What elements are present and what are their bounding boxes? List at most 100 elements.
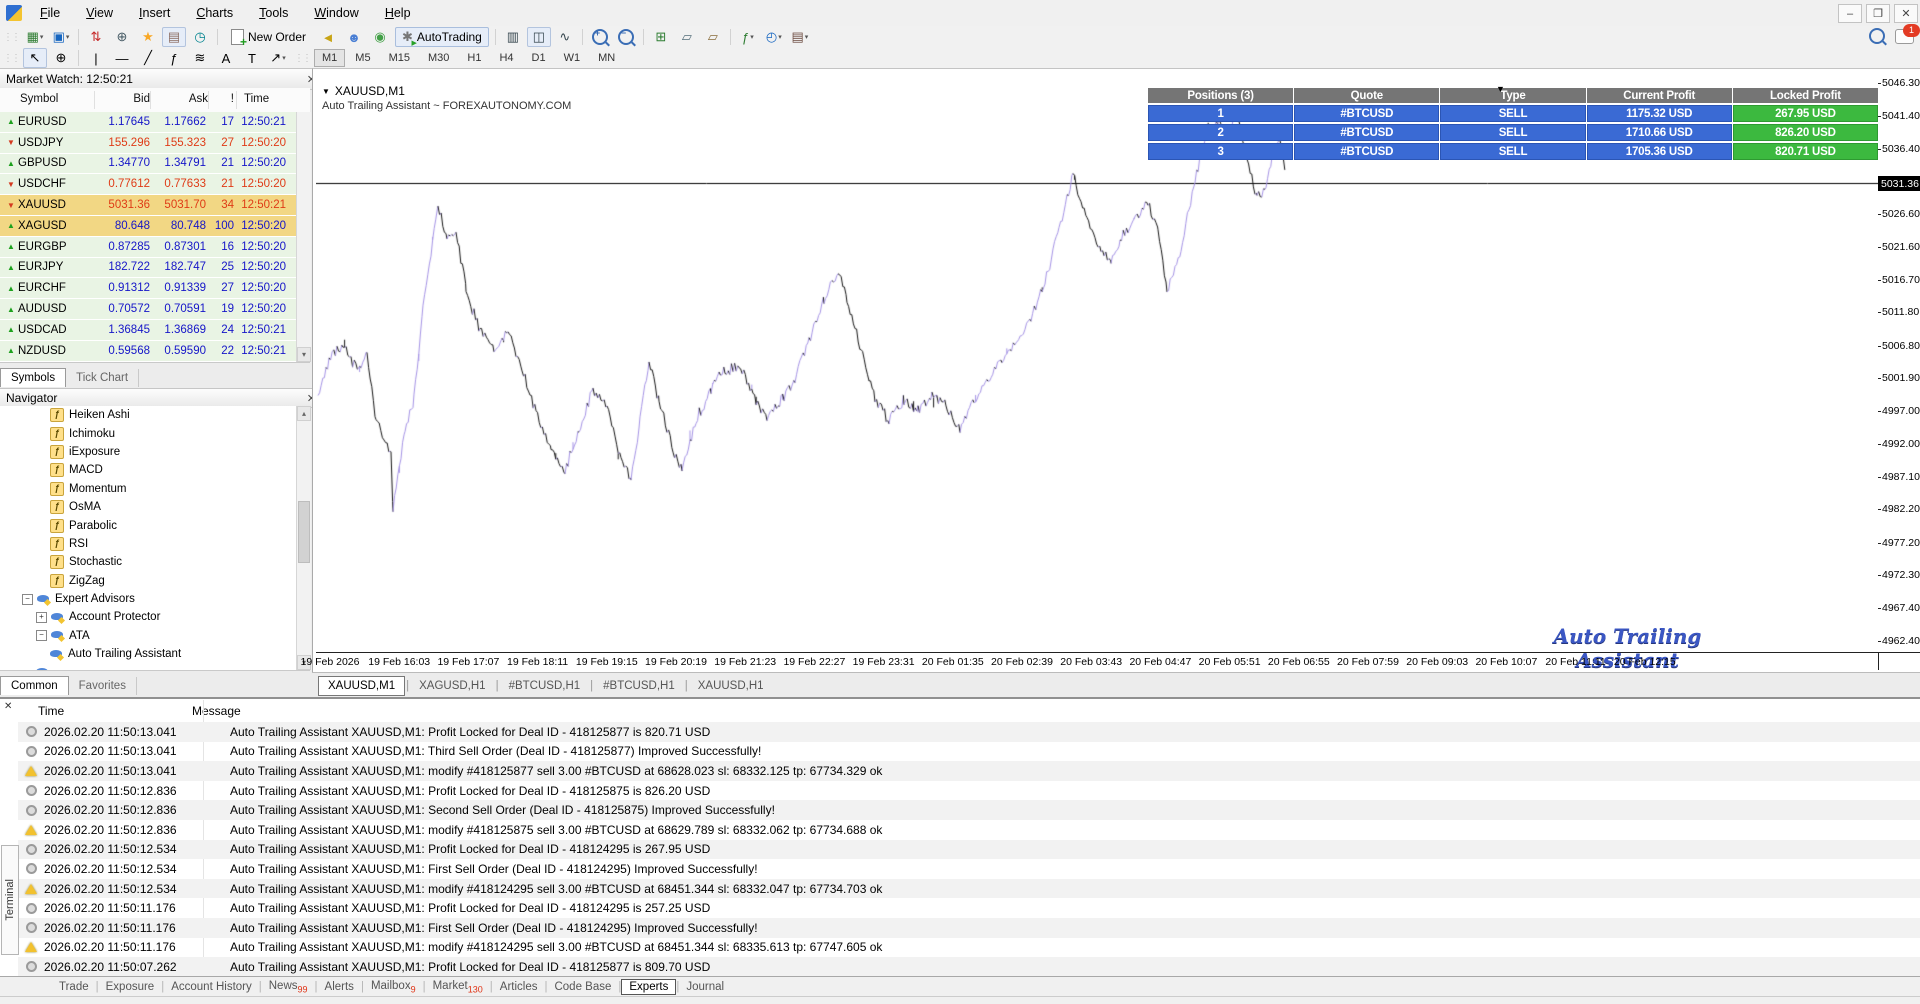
navigator-item-osma[interactable]: ƒ OsMA [0, 498, 296, 516]
terminal-tab-journal[interactable]: Journal [679, 980, 731, 994]
market-watch-scrollbar[interactable]: ▾ [296, 112, 311, 362]
log-row[interactable]: 2026.02.20 11:50:13.041 Auto Trailing Ass… [18, 722, 1920, 742]
menu-view[interactable]: View [74, 3, 125, 23]
timeframe-m1[interactable]: M1 [314, 49, 346, 67]
new-order-button[interactable]: New Order [224, 27, 313, 49]
dropdown-arrow-icon[interactable]: ▾ [282, 54, 286, 62]
timeframe-m15[interactable]: M15 [381, 49, 418, 67]
timeframe-h1[interactable]: H1 [459, 49, 489, 67]
candlestick-button[interactable]: ◫ [526, 27, 551, 47]
collapse-icon[interactable]: − [22, 593, 33, 605]
chart-tab-xagusd-h1[interactable]: XAGUSD,H1 [410, 677, 494, 695]
market-watch-row-audusd[interactable]: ▲ AUDUSD 0.70572 0.70591 19 12:50:20 [0, 299, 296, 320]
close-button[interactable]: ✕ [1894, 4, 1918, 23]
market-watch-row-xagusd[interactable]: ▲ XAGUSD 80.648 80.748 100 12:50:20 [0, 215, 296, 237]
menu-charts[interactable]: Charts [184, 3, 245, 23]
search-icon[interactable] [1869, 28, 1885, 44]
terminal-tab-articles[interactable]: Articles [493, 980, 545, 994]
navigator-toggle[interactable]: ★ [136, 27, 160, 47]
table-collapse-icon[interactable]: ▼ [1496, 84, 1505, 94]
text-tool[interactable]: A [214, 48, 238, 68]
menu-insert[interactable]: Insert [127, 3, 182, 23]
terminal-tab-mailbox[interactable]: Mailbox9 [364, 979, 423, 995]
community-icon[interactable]: ☻ [342, 27, 366, 47]
terminal-tab-account-history[interactable]: Account History [164, 980, 259, 994]
navigator-item-heiken-ashi[interactable]: ƒ Heiken Ashi [0, 406, 296, 424]
terminal-tab-code-base[interactable]: Code Base [547, 980, 618, 994]
navigator-item-auto-trailing-assistant[interactable]: Auto Trailing Assistant [0, 645, 296, 663]
market-watch-row-eurusd[interactable]: ▲ EURUSD 1.17645 1.17662 17 12:50:21 [0, 112, 296, 133]
log-row[interactable]: 2026.02.20 11:50:12.534 Auto Trailing Ass… [18, 839, 1920, 860]
scrollbar-thumb[interactable] [298, 501, 310, 563]
dropdown-arrow-icon[interactable]: ▾ [805, 33, 809, 41]
cascade-windows-button[interactable]: ▱ [675, 27, 699, 47]
tab-tick-chart[interactable]: Tick Chart [66, 369, 140, 387]
new-chart-button[interactable]: ▦ ▾ [23, 27, 47, 47]
profiles-button[interactable]: ▣ ▾ [49, 27, 73, 47]
navigator-item-parabolic[interactable]: ƒ Parabolic [0, 516, 296, 534]
tab-common[interactable]: Common [0, 676, 69, 695]
log-row[interactable]: 2026.02.20 11:50:13.041 Auto Trailing Ass… [18, 761, 1920, 781]
log-row[interactable]: 2026.02.20 11:50:11.176 Auto Trailing Ass… [18, 938, 1920, 958]
chart-tab-xauusd-h1[interactable]: XAUUSD,H1 [689, 677, 773, 695]
expand-icon[interactable]: + [36, 611, 47, 623]
navigator-item-momentum[interactable]: ƒ Momentum [0, 480, 296, 498]
tab-favorites[interactable]: Favorites [69, 677, 137, 695]
terminal-tab-news[interactable]: News99 [262, 979, 315, 995]
toolbox-toggle[interactable]: ▤ [162, 27, 186, 47]
navigator-item-rsi[interactable]: ƒ RSI [0, 535, 296, 553]
log-row[interactable]: 2026.02.20 11:50:12.534 Auto Trailing Ass… [18, 859, 1920, 879]
navigator-item-stochastic[interactable]: ƒ Stochastic [0, 553, 296, 571]
market-watch-row-gbpusd[interactable]: ▲ GBPUSD 1.34770 1.34791 21 12:50:20 [0, 153, 296, 175]
log-row[interactable]: 2026.02.20 11:50:11.176 Auto Trailing Ass… [18, 917, 1920, 938]
menu-file[interactable]: File [28, 3, 72, 23]
close-icon[interactable]: ✕ [4, 701, 12, 712]
dropdown-arrow-icon[interactable]: ▾ [750, 33, 754, 41]
dropdown-arrow-icon[interactable]: ▾ [778, 33, 782, 41]
timeframe-d1[interactable]: D1 [524, 49, 554, 67]
market-watch-row-eurgbp[interactable]: ▲ EURGBP 0.87285 0.87301 16 12:50:20 [0, 236, 296, 258]
navigator-scrollbar[interactable]: ▴ ▾ [296, 406, 311, 670]
dropdown-arrow-icon[interactable]: ▾ [66, 33, 70, 41]
timeframe-m5[interactable]: M5 [347, 49, 378, 67]
log-row[interactable]: 2026.02.20 11:50:12.836 Auto Trailing Ass… [18, 781, 1920, 801]
market-watch-row-eurjpy[interactable]: ▲ EURJPY 182.722 182.747 25 12:50:20 [0, 257, 296, 279]
data-window-toggle[interactable]: ⊕ [110, 27, 134, 47]
market-watch-row-xauusd[interactable]: ▼ XAUUSD 5031.36 5031.70 34 12:50:21 [0, 195, 296, 216]
dropdown-arrow-icon[interactable]: ▾ [40, 33, 44, 41]
column-header-spread[interactable]: ! [210, 93, 234, 105]
timeframe-h4[interactable]: H4 [491, 49, 521, 67]
terminal-tab-alerts[interactable]: Alerts [318, 980, 361, 994]
navigator-item-iexposure[interactable]: ƒ iExposure [0, 443, 296, 461]
scroll-up-icon[interactable]: ▴ [297, 406, 311, 421]
vertical-line-tool[interactable]: | [84, 48, 108, 68]
column-header-bid[interactable]: Bid [96, 93, 150, 105]
fibonacci-tool[interactable]: ƒ [162, 48, 186, 68]
zoom-out-button[interactable]: − [614, 27, 638, 47]
time-axis[interactable]: 19 Feb 2026 19 Feb 16:03 19 Feb 17:07 19 Fe… [301, 654, 1878, 670]
menu-help[interactable]: Help [373, 3, 423, 23]
autotrading-button[interactable]: ✱AutoTrading [395, 27, 489, 47]
depth-of-market-icon[interactable]: ◄ [316, 27, 340, 47]
terminal-vertical-tab[interactable]: Terminal [1, 845, 19, 955]
column-header-time[interactable]: Time [244, 93, 269, 105]
channels-tool[interactable]: ≋ [188, 48, 212, 68]
log-row[interactable]: 2026.02.20 11:50:12.836 Auto Trailing Ass… [18, 800, 1920, 820]
terminal-tab-experts[interactable]: Experts [621, 979, 677, 995]
trendline-tool[interactable]: ╱ [136, 48, 160, 68]
horizontal-line-tool[interactable]: — [110, 48, 134, 68]
market-watch-row-eurchf[interactable]: ▲ EURCHF 0.91312 0.91339 27 12:50:20 [0, 278, 296, 300]
indicators-button[interactable]: ƒ ▾ [736, 27, 760, 47]
bar-chart-button[interactable]: ▥ [501, 27, 525, 47]
log-row[interactable]: 2026.02.20 11:50:07.262 Auto Trailing Ass… [18, 957, 1920, 976]
restore-button[interactable]: ❐ [1866, 4, 1890, 23]
market-watch-row-usdcad[interactable]: ▲ USDCAD 1.36845 1.36869 24 12:50:21 [0, 319, 296, 341]
scroll-down-icon[interactable]: ▾ [297, 347, 311, 362]
chart-tab-xauusd-m1[interactable]: XAUUSD,M1 [318, 675, 406, 696]
templates-button[interactable]: ▤ ▾ [788, 27, 812, 47]
chevron-down-icon[interactable]: ▼ [322, 87, 330, 96]
price-axis[interactable]: 5046.30 5041.40 5036.40 5026.60 5021.60 5016.… [1877, 70, 1920, 652]
menu-window[interactable]: Window [302, 3, 370, 23]
log-row[interactable]: 2026.02.20 11:50:13.041 Auto Trailing Ass… [18, 742, 1920, 762]
label-tool[interactable]: T [240, 48, 264, 68]
